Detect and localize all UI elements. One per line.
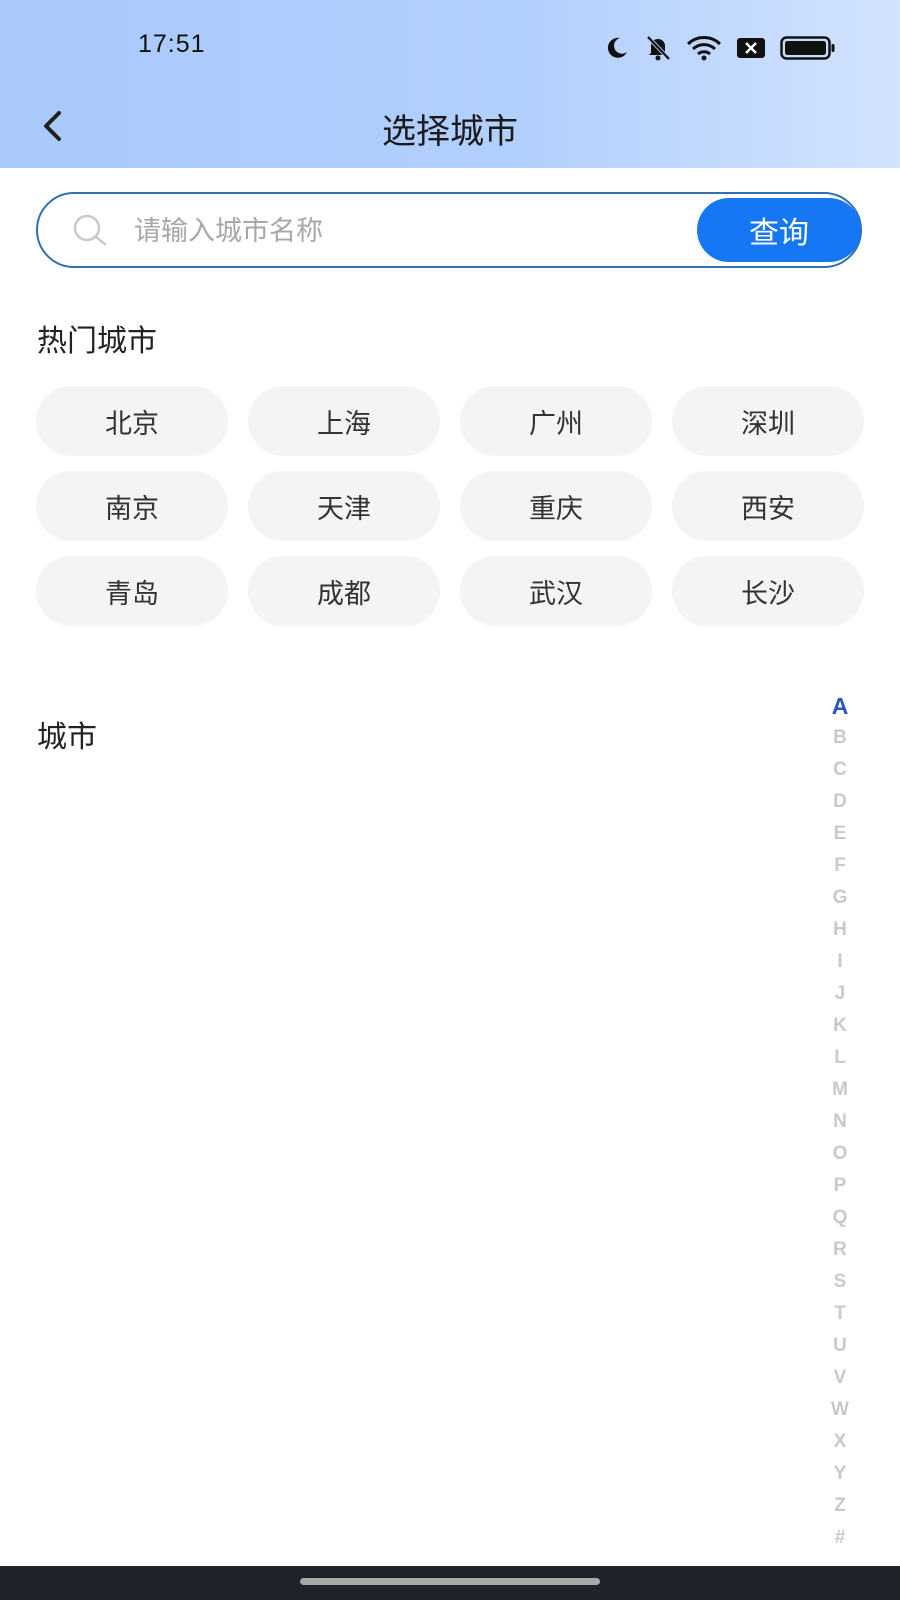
search-bar: 查询 (36, 192, 862, 268)
header: 17:51 选择城市 (0, 0, 900, 168)
moon-icon (604, 35, 630, 61)
hot-city-chip[interactable]: 北京 (36, 386, 228, 456)
system-nav-bar (0, 1566, 900, 1600)
hot-city-chip[interactable]: 广州 (460, 386, 652, 456)
alphabet-index-letter[interactable]: R (820, 1234, 860, 1266)
hot-city-chip[interactable]: 西安 (672, 471, 864, 541)
hot-city-chip[interactable]: 成都 (248, 556, 440, 626)
hot-city-chip[interactable]: 青岛 (36, 556, 228, 626)
alphabet-index-letter[interactable]: S (820, 1266, 860, 1298)
status-icons (604, 34, 836, 62)
sim-x-icon (736, 37, 766, 59)
search-button[interactable]: 查询 (697, 198, 861, 262)
hot-city-chip[interactable]: 武汉 (460, 556, 652, 626)
cities-title: 城市 (37, 720, 97, 755)
alphabet-index: A B C D E F G H I J K L M N O P Q R S T U V W X Y Z # (820, 690, 860, 1554)
hot-city-chip[interactable]: 天津 (248, 471, 440, 541)
alphabet-index-letter[interactable]: L (820, 1042, 860, 1074)
hot-city-chip[interactable]: 上海 (248, 386, 440, 456)
alphabet-index-letter[interactable]: K (820, 1010, 860, 1042)
alphabet-index-letter[interactable]: # (820, 1522, 860, 1554)
home-indicator[interactable] (300, 1578, 600, 1585)
status-time: 17:51 (138, 30, 206, 58)
alphabet-index-letter[interactable]: N (820, 1106, 860, 1138)
alphabet-index-letter[interactable]: J (820, 978, 860, 1010)
wifi-icon (686, 35, 722, 61)
search-icon (72, 213, 110, 251)
alphabet-index-letter[interactable]: C (820, 754, 860, 786)
alphabet-index-letter[interactable]: T (820, 1298, 860, 1330)
alphabet-index-letter[interactable]: O (820, 1138, 860, 1170)
alphabet-index-letter[interactable]: U (820, 1330, 860, 1362)
alphabet-index-letter[interactable]: F (820, 850, 860, 882)
alphabet-index-letter[interactable]: V (820, 1362, 860, 1394)
alphabet-index-letter[interactable]: A (820, 690, 860, 722)
alphabet-index-letter[interactable]: W (820, 1394, 860, 1426)
alphabet-index-letter[interactable]: B (820, 722, 860, 754)
alphabet-index-letter[interactable]: X (820, 1426, 860, 1458)
alphabet-index-letter[interactable]: P (820, 1170, 860, 1202)
hot-city-chip[interactable]: 长沙 (672, 556, 864, 626)
alphabet-index-letter[interactable]: E (820, 818, 860, 850)
alphabet-index-letter[interactable]: I (820, 946, 860, 978)
hot-cities-title: 热门城市 (37, 324, 157, 359)
alphabet-index-letter[interactable]: H (820, 914, 860, 946)
alphabet-index-letter[interactable]: M (820, 1074, 860, 1106)
search-input[interactable] (132, 206, 696, 256)
bell-muted-icon (644, 34, 672, 62)
alphabet-index-letter[interactable]: Y (820, 1458, 860, 1490)
page-title: 选择城市 (382, 112, 518, 152)
alphabet-index-letter[interactable]: D (820, 786, 860, 818)
hot-city-chip[interactable]: 南京 (36, 471, 228, 541)
hot-city-chip[interactable]: 深圳 (672, 386, 864, 456)
alphabet-index-letter[interactable]: Q (820, 1202, 860, 1234)
battery-icon (780, 36, 836, 60)
hot-city-chip[interactable]: 重庆 (460, 471, 652, 541)
alphabet-index-letter[interactable]: Z (820, 1490, 860, 1522)
alphabet-index-letter[interactable]: G (820, 882, 860, 914)
